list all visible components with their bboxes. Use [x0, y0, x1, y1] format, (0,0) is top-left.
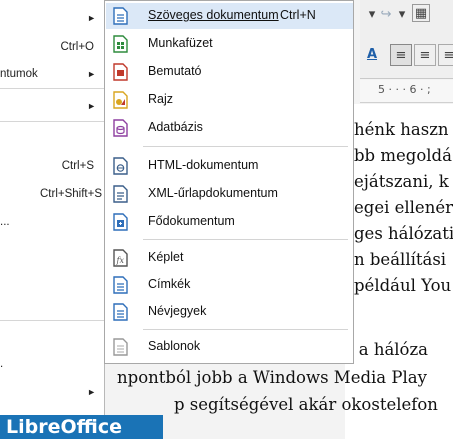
- menu-item-master-document[interactable]: Fődokumentum: [106, 209, 353, 235]
- file-menu-item[interactable]: ntumok ►: [0, 62, 104, 86]
- business-cards-icon: [113, 303, 128, 321]
- horizontal-ruler[interactable]: 5 · · · 6 · ;: [360, 80, 453, 103]
- file-menu-item[interactable]: ►: [0, 94, 104, 118]
- menu-item-formula[interactable]: fx Képlet: [106, 245, 353, 271]
- draw-drawing-icon: [113, 91, 128, 109]
- menu-item-html-document[interactable]: HTML-dokumentum: [106, 153, 353, 179]
- menu-separator: [0, 320, 104, 321]
- ruler-ticks: 5 · · · 6 · ;: [378, 83, 431, 96]
- new-document-submenu: Szöveges dokumentum Ctrl+N Munkafüzet Be…: [104, 0, 354, 364]
- document-text-line: p segítségével akár okostelefon: [174, 395, 438, 414]
- xml-form-document-icon: [113, 185, 128, 203]
- menu-item-label: Adatbázis: [148, 120, 203, 134]
- logo-text: LibreOffice: [6, 416, 122, 438]
- menu-item-xml-form-document[interactable]: XML-űrlapdokumentum: [106, 181, 353, 207]
- writer-doc-icon: [113, 7, 128, 25]
- calc-spreadsheet-icon: [113, 35, 128, 53]
- menu-item-label: Szöveges dokumentum: [148, 8, 279, 22]
- libreoffice-logo: LibreOffice: [0, 415, 163, 439]
- document-text-line: bb megoldá: [354, 146, 452, 165]
- formatting-toolbar: ▾ ↪ ▾ ▦ A ≡ ≡ ≡: [360, 0, 453, 79]
- base-database-icon: [113, 119, 128, 137]
- menu-separator: [143, 239, 348, 240]
- document-text-line: npontból jobb a Windows Media Play: [117, 368, 427, 387]
- master-document-icon: [113, 213, 128, 231]
- menu-item-spreadsheet[interactable]: Munkafüzet: [106, 31, 353, 57]
- document-text-line: ejátszani, k: [354, 172, 449, 191]
- submenu-arrow-icon: ►: [87, 69, 96, 79]
- menu-item-text-document[interactable]: Szöveges dokumentum Ctrl+N: [106, 3, 353, 29]
- menu-item-label: Munkafüzet: [148, 36, 213, 50]
- align-left-icon[interactable]: ≡: [390, 44, 412, 66]
- menu-item-label: HTML-dokumentum: [148, 158, 259, 172]
- shortcut-label: Ctrl+O: [60, 41, 94, 53]
- menu-item-label: Címkék: [148, 277, 191, 291]
- file-menu-item[interactable]: ►: [0, 6, 104, 30]
- align-center-icon[interactable]: ≡: [414, 44, 436, 66]
- menu-item-label: Bemutató: [148, 64, 202, 78]
- shortcut-label: Ctrl+S: [61, 160, 94, 172]
- menu-item-label: Sablonok: [148, 339, 201, 353]
- submenu-arrow-icon: ►: [87, 101, 96, 111]
- menu-item-label: Képlet: [148, 250, 184, 264]
- menu-item-label: Fődokumentum: [148, 214, 235, 228]
- menu-item-label: .: [0, 358, 4, 370]
- document-text-line: ges hálózati: [354, 224, 453, 243]
- math-formula-icon: fx: [113, 249, 128, 267]
- file-menu-item[interactable]: Ctrl+S: [0, 154, 104, 178]
- dropdown-arrow-icon[interactable]: ▾: [392, 4, 412, 24]
- table-icon[interactable]: ▦: [412, 4, 430, 22]
- document-text-line: például You: [354, 276, 452, 295]
- shortcut-label: Ctrl+Shift+S: [40, 188, 102, 200]
- document-text-line: hénk haszn: [354, 120, 449, 139]
- menu-item-labels[interactable]: Címkék: [106, 272, 353, 298]
- impress-presentation-icon: [113, 63, 128, 81]
- menu-separator: [0, 121, 104, 122]
- svg-text:fx: fx: [116, 256, 125, 265]
- menu-item-drawing[interactable]: Rajz: [106, 87, 353, 113]
- file-menu-item[interactable]: Ctrl+O: [0, 35, 104, 59]
- file-menu-item[interactable]: ...: [0, 210, 104, 234]
- document-text-line: egei ellenér: [354, 198, 453, 217]
- menu-item-label: ...: [0, 216, 10, 228]
- submenu-arrow-icon: ►: [87, 387, 96, 397]
- file-menu-item[interactable]: ►: [0, 380, 104, 404]
- font-color-icon[interactable]: A: [362, 44, 382, 64]
- menu-item-label: Rajz: [148, 92, 174, 106]
- menu-item-presentation[interactable]: Bemutató: [106, 59, 353, 85]
- file-menu-item[interactable]: .: [0, 352, 104, 376]
- html-document-icon: [113, 157, 128, 175]
- menu-separator: [143, 146, 348, 147]
- menu-item-database[interactable]: Adatbázis: [106, 115, 353, 141]
- file-menu-item[interactable]: Ctrl+Shift+S: [0, 182, 104, 206]
- menu-item-label: ntumok: [0, 68, 38, 80]
- align-right-icon[interactable]: ≡: [438, 44, 453, 66]
- menu-separator: [0, 88, 104, 89]
- menu-item-templates[interactable]: Sablonok: [106, 334, 353, 360]
- menu-item-label: XML-űrlapdokumentum: [148, 186, 278, 200]
- menu-item-label: Névjegyek: [148, 304, 207, 318]
- labels-icon: [113, 276, 128, 294]
- menu-separator: [143, 329, 348, 330]
- submenu-arrow-icon: ►: [87, 13, 96, 23]
- menu-item-business-cards[interactable]: Névjegyek: [106, 299, 353, 325]
- shortcut-label: Ctrl+N: [280, 8, 316, 22]
- templates-icon: [113, 338, 128, 356]
- document-text-line: n beállítási: [354, 250, 447, 269]
- file-menu: ► Ctrl+O ntumok ► ► Ctrl+S Ctrl+Shift+S …: [0, 0, 105, 415]
